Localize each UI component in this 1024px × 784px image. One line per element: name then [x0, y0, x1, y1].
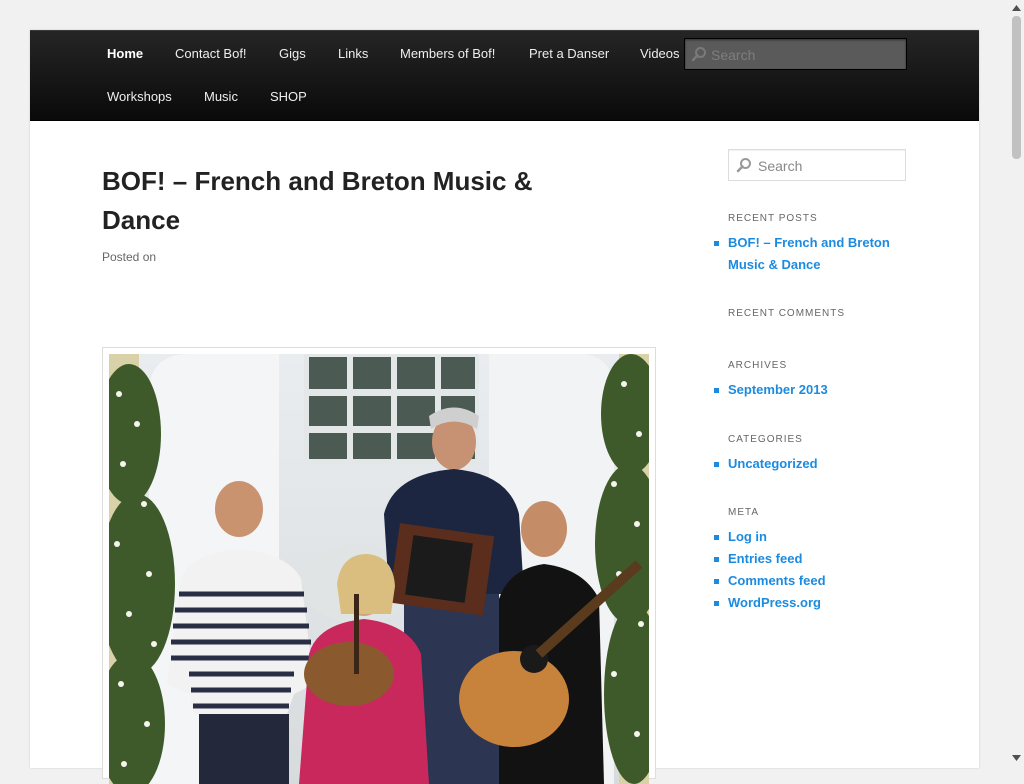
meta-list: Log in Entries feed Comments feed WordPr…: [714, 526, 908, 614]
page-container: Home Contact Bof! Gigs Links Members of …: [30, 30, 979, 784]
search-icon: [736, 158, 751, 173]
recent-posts-heading: RECENT POSTS: [728, 213, 818, 224]
scroll-up-arrow-icon[interactable]: [1012, 4, 1021, 12]
category-link[interactable]: Uncategorized: [714, 453, 908, 475]
nav-item-music[interactable]: Music: [204, 87, 238, 107]
categories-heading: CATEGORIES: [728, 434, 803, 445]
sidebar-search-box: [728, 149, 906, 182]
main-navigation: Home Contact Bof! Gigs Links Members of …: [30, 30, 979, 121]
nav-item-links[interactable]: Links: [338, 44, 368, 64]
recent-comments-heading: RECENT COMMENTS: [728, 308, 846, 319]
post-title[interactable]: BOF! – French and Breton Music & Dance: [102, 162, 572, 240]
vertical-scrollbar[interactable]: [1009, 0, 1024, 768]
recent-posts-list: BOF! – French and Breton Music & Dance: [714, 232, 908, 276]
post-image-frame: [102, 347, 656, 784]
nav-item-members[interactable]: Members of Bof!: [400, 44, 495, 64]
archive-link-text[interactable]: September 2013: [728, 382, 828, 397]
nav-item-videos[interactable]: Videos: [640, 44, 680, 64]
band-photo-icon[interactable]: [109, 354, 649, 784]
nav-item-home[interactable]: Home: [107, 44, 143, 64]
meta-link-wordpress[interactable]: WordPress.org: [714, 592, 908, 614]
header-search-input[interactable]: [709, 39, 903, 71]
meta-link-comments-feed[interactable]: Comments feed: [714, 570, 908, 592]
meta-link-entries-feed[interactable]: Entries feed: [714, 548, 908, 570]
meta-link-text[interactable]: Log in: [728, 529, 767, 544]
recent-post-link-text[interactable]: BOF! – French and Breton Music & Dance: [728, 235, 890, 272]
categories-list: Uncategorized: [714, 453, 908, 475]
sidebar-search-input[interactable]: [756, 150, 905, 182]
post-meta: Posted on: [102, 250, 157, 264]
header-search-box: [684, 38, 907, 71]
category-link-text[interactable]: Uncategorized: [728, 456, 818, 471]
nav-item-gigs[interactable]: Gigs: [279, 44, 306, 64]
nav-item-contact[interactable]: Contact Bof!: [175, 44, 247, 64]
nav-item-shop[interactable]: SHOP: [270, 87, 307, 107]
nav-item-workshops[interactable]: Workshops: [107, 87, 172, 107]
archives-list: September 2013: [714, 379, 908, 401]
meta-link-text[interactable]: WordPress.org: [728, 595, 821, 610]
scrollbar-thumb[interactable]: [1012, 16, 1021, 159]
archive-link[interactable]: September 2013: [714, 379, 908, 401]
archives-heading: ARCHIVES: [728, 360, 788, 371]
meta-link-text[interactable]: Comments feed: [728, 573, 826, 588]
meta-heading: META: [728, 507, 760, 518]
recent-post-link[interactable]: BOF! – French and Breton Music & Dance: [714, 232, 908, 276]
nav-item-pret-a-danser[interactable]: Pret a Danser: [529, 44, 609, 64]
meta-link-login[interactable]: Log in: [714, 526, 908, 548]
search-icon: [691, 47, 706, 62]
meta-link-text[interactable]: Entries feed: [728, 551, 802, 566]
scroll-down-arrow-icon[interactable]: [1012, 754, 1021, 762]
